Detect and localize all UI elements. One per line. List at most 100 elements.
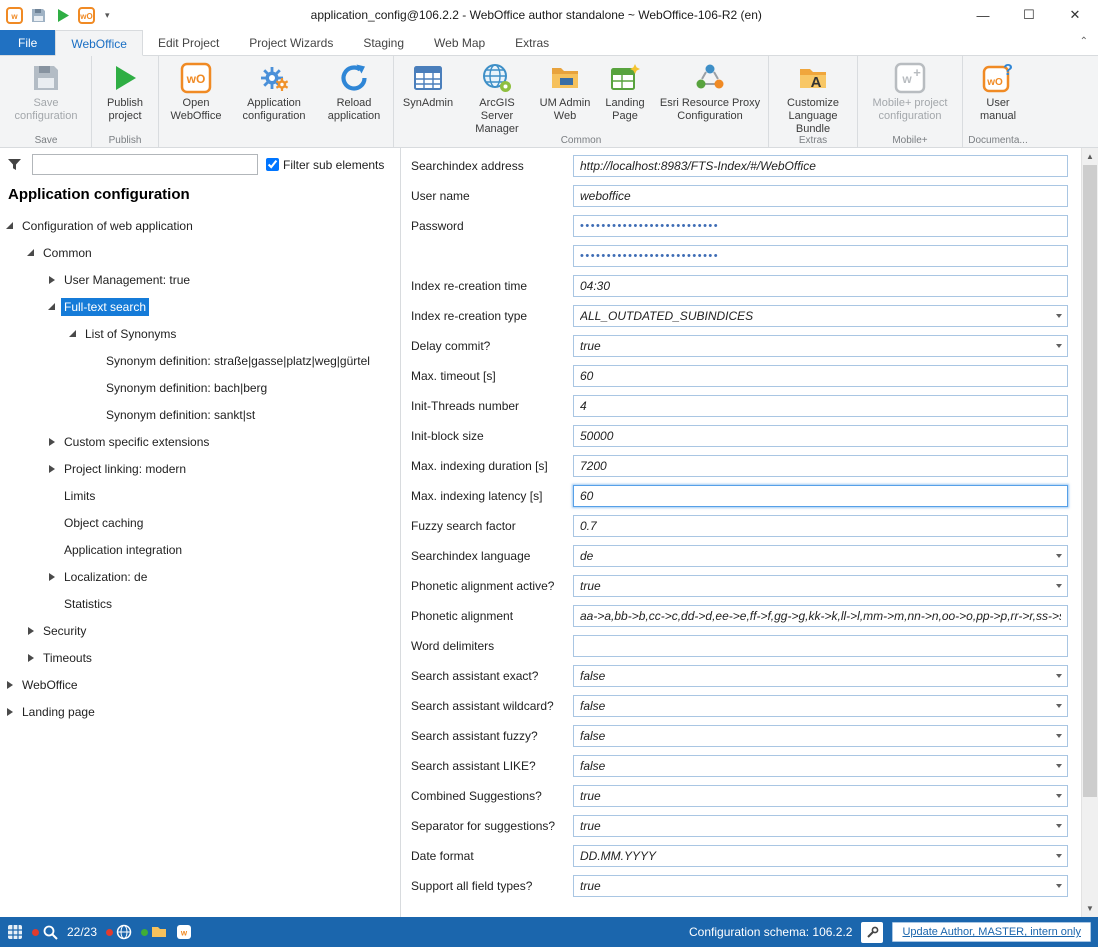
maximize-button[interactable]: ☐ xyxy=(1006,0,1052,30)
publish-play-icon[interactable] xyxy=(54,7,71,24)
tree-item[interactable]: Landing page xyxy=(0,698,400,725)
weboffice-icon[interactable]: wO xyxy=(78,7,95,24)
tree-item[interactable]: Synonym definition: bach|berg xyxy=(0,374,400,401)
user-name-input[interactable] xyxy=(573,185,1068,207)
password-input[interactable] xyxy=(573,215,1068,237)
open-weboffice-button[interactable]: wO Open WebOffice xyxy=(161,59,231,133)
tree-expander-icon[interactable] xyxy=(28,627,34,635)
tab-weboffice[interactable]: WebOffice xyxy=(55,30,143,56)
tree-expander-icon[interactable] xyxy=(49,465,55,473)
tree-item[interactable]: Localization: de xyxy=(0,563,400,590)
schema-tools-button[interactable] xyxy=(861,922,883,943)
searchindex-address-input[interactable] xyxy=(573,155,1068,177)
combined-suggestions-select[interactable] xyxy=(573,785,1068,807)
status-weboffice-icon[interactable]: w xyxy=(176,924,192,940)
tree-item[interactable]: List of Synonyms xyxy=(0,320,400,347)
search-assistant-like-select[interactable] xyxy=(573,755,1068,777)
tree-item[interactable]: Synonym definition: straße|gasse|platz|w… xyxy=(0,347,400,374)
phonetic-alignment-active-select[interactable] xyxy=(573,575,1068,597)
tree-item[interactable]: Project linking: modern xyxy=(0,455,400,482)
dropdown-arrow-icon[interactable] xyxy=(1050,546,1067,566)
status-database-icon[interactable] xyxy=(7,924,23,940)
index-recreation-time-input[interactable] xyxy=(573,275,1068,297)
tree-expander-icon[interactable] xyxy=(49,276,55,284)
tree-item[interactable]: Object caching xyxy=(0,509,400,536)
index-recreation-type-select[interactable] xyxy=(573,305,1068,327)
search-assistant-fuzzy-select[interactable] xyxy=(573,725,1068,747)
landing-page-button[interactable]: Landing Page xyxy=(596,59,654,133)
max-indexing-duration-input[interactable] xyxy=(573,455,1068,477)
status-search-indicator[interactable] xyxy=(32,924,58,940)
tree-expander-icon[interactable] xyxy=(27,249,34,256)
search-assistant-exact-select[interactable] xyxy=(573,665,1068,687)
publish-project-button[interactable]: Publish project xyxy=(94,59,156,133)
tree-expander-icon[interactable] xyxy=(6,222,13,229)
collapse-ribbon-icon[interactable]: ⌃ xyxy=(1080,36,1088,47)
dropdown-arrow-icon[interactable] xyxy=(1050,816,1067,836)
save-configuration-button[interactable]: Save configuration xyxy=(3,59,89,133)
application-configuration-button[interactable]: Application configuration xyxy=(231,59,317,133)
tree-item[interactable]: Application integration xyxy=(0,536,400,563)
scroll-up-icon[interactable]: ▲ xyxy=(1082,148,1098,165)
tree-expander-icon[interactable] xyxy=(69,330,76,337)
filter-sub-elements-checkbox[interactable] xyxy=(266,158,279,171)
tree-expander-icon[interactable] xyxy=(28,654,34,662)
scroll-down-icon[interactable]: ▼ xyxy=(1082,900,1098,917)
scrollbar-thumb[interactable] xyxy=(1083,165,1097,797)
dropdown-arrow-icon[interactable] xyxy=(1050,876,1067,896)
tab-staging[interactable]: Staging xyxy=(348,30,419,55)
tree-item[interactable]: Limits xyxy=(0,482,400,509)
tree-item[interactable]: User Management: true xyxy=(0,266,400,293)
tab-extras[interactable]: Extras xyxy=(500,30,564,55)
tree-item[interactable]: Configuration of web application xyxy=(0,212,400,239)
dropdown-arrow-icon[interactable] xyxy=(1050,756,1067,776)
save-icon[interactable] xyxy=(30,7,47,24)
arcgis-server-manager-button[interactable]: ArcGIS Server Manager xyxy=(460,59,534,133)
quick-access-customize-icon[interactable]: ▾ xyxy=(102,10,113,21)
dropdown-arrow-icon[interactable] xyxy=(1050,786,1067,806)
dropdown-arrow-icon[interactable] xyxy=(1050,306,1067,326)
mobile-project-configuration-button[interactable]: w+ Mobile+ project configuration xyxy=(860,59,960,133)
status-folder-indicator[interactable] xyxy=(141,924,167,940)
reload-application-button[interactable]: Reload application xyxy=(317,59,391,133)
dropdown-arrow-icon[interactable] xyxy=(1050,576,1067,596)
init-block-size-input[interactable] xyxy=(573,425,1068,447)
tree-item[interactable]: Synonym definition: sankt|st xyxy=(0,401,400,428)
dropdown-arrow-icon[interactable] xyxy=(1050,666,1067,686)
dropdown-arrow-icon[interactable] xyxy=(1050,696,1067,716)
status-globe-indicator[interactable] xyxy=(106,924,132,940)
tab-file[interactable]: File xyxy=(0,30,55,55)
tree-item[interactable]: Timeouts xyxy=(0,644,400,671)
delay-commit-select[interactable] xyxy=(573,335,1068,357)
dropdown-arrow-icon[interactable] xyxy=(1050,336,1067,356)
tab-web-map[interactable]: Web Map xyxy=(419,30,500,55)
tree-expander-icon[interactable] xyxy=(7,681,13,689)
tab-project-wizards[interactable]: Project Wizards xyxy=(234,30,348,55)
word-delimiters-input[interactable] xyxy=(573,635,1068,657)
tab-edit-project[interactable]: Edit Project xyxy=(143,30,234,55)
customize-language-bundle-button[interactable]: A Customize Language Bundle xyxy=(771,59,855,133)
um-admin-web-button[interactable]: UM Admin Web xyxy=(534,59,596,133)
fuzzy-search-factor-input[interactable] xyxy=(573,515,1068,537)
close-button[interactable]: ✕ xyxy=(1052,0,1098,30)
init-threads-number-input[interactable] xyxy=(573,395,1068,417)
synadmin-button[interactable]: SynAdmin xyxy=(396,59,460,133)
tree-item-selected[interactable]: Full-text search xyxy=(0,293,400,320)
tree-item[interactable]: Custom specific extensions xyxy=(0,428,400,455)
tree-expander-icon[interactable] xyxy=(49,438,55,446)
filter-input[interactable] xyxy=(32,154,258,175)
password-confirm-input[interactable] xyxy=(573,245,1068,267)
tree-expander-icon[interactable] xyxy=(49,573,55,581)
vertical-scrollbar[interactable]: ▲ ▼ xyxy=(1081,148,1098,917)
user-manual-button[interactable]: wO? User manual xyxy=(965,59,1031,133)
max-timeout-input[interactable] xyxy=(573,365,1068,387)
separator-for-suggestions-select[interactable] xyxy=(573,815,1068,837)
update-author-button[interactable]: Update Author, MASTER, intern only xyxy=(892,922,1091,942)
support-all-field-types-select[interactable] xyxy=(573,875,1068,897)
tree-item[interactable]: Common xyxy=(0,239,400,266)
dropdown-arrow-icon[interactable] xyxy=(1050,846,1067,866)
date-format-select[interactable] xyxy=(573,845,1068,867)
tree-expander-icon[interactable] xyxy=(48,303,55,310)
esri-resource-proxy-button[interactable]: Esri Resource Proxy Configuration xyxy=(654,59,766,133)
tree-item[interactable]: Security xyxy=(0,617,400,644)
